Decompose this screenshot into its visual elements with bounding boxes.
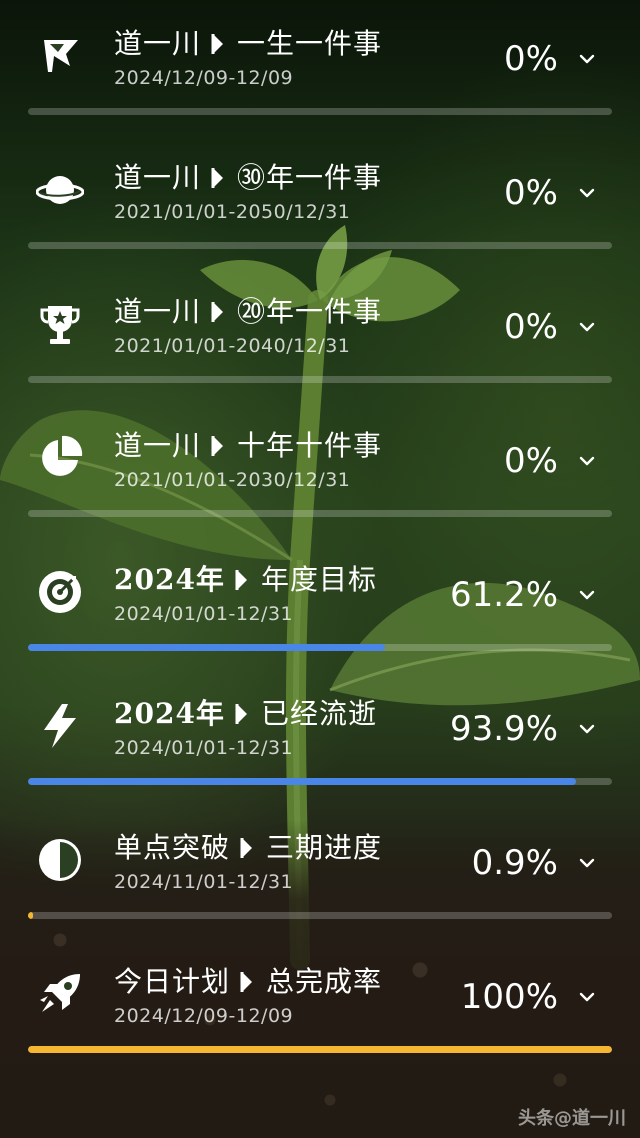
rocket-icon: [34, 968, 86, 1020]
item-title-prefix: 道一川: [114, 295, 202, 328]
chevron-down-icon[interactable]: [576, 182, 598, 204]
item-date-range: 2021/01/01-2050/12/31: [114, 201, 351, 223]
progress-item[interactable]: 道一川 一生一件事 2024/12/09-12/09 0%: [0, 4, 640, 138]
item-title-prefix: 今日计划: [114, 965, 231, 998]
item-date-range: 2021/01/01-2030/12/31: [114, 469, 351, 491]
item-title-prefix: 单点突破: [114, 831, 231, 864]
pie-chart-icon: [34, 432, 86, 484]
progress-item[interactable]: 道一川 十年十件事 2021/01/01-2030/12/31 0%: [0, 406, 640, 540]
progress-bar: [28, 108, 612, 115]
chevron-down-icon[interactable]: [576, 584, 598, 606]
item-date-range: 2024/01/01-12/31: [114, 603, 294, 625]
item-title-suffix: 已经流逝: [260, 697, 377, 730]
item-title-suffix: ㉚年一件事: [237, 161, 383, 194]
lightning-icon: [34, 700, 86, 752]
progress-item[interactable]: 2024年 年度目标 2024/01/01-12/31 61.2%: [0, 540, 640, 674]
item-date-range: 2024/12/09-12/09: [114, 1005, 294, 1027]
trophy-icon: [34, 298, 86, 350]
item-percent: 0%: [504, 173, 558, 213]
progress-item[interactable]: 道一川 ㉚年一件事 2021/01/01-2050/12/31 0%: [0, 138, 640, 272]
item-title-prefix: 2024年: [114, 697, 225, 730]
chevron-down-icon[interactable]: [576, 986, 598, 1008]
item-title-suffix: 三期进度: [266, 831, 383, 864]
item-title-suffix: 一生一件事: [237, 27, 383, 60]
progress-item[interactable]: 今日计划 总完成率 2024/12/09-12/09 100%: [0, 942, 640, 1076]
item-percent: 0%: [504, 307, 558, 347]
chevron-down-icon[interactable]: [576, 450, 598, 472]
item-date-range: 2024/01/01-12/31: [114, 737, 294, 759]
progress-bar: [28, 912, 612, 919]
item-title-prefix: 2024年: [114, 563, 225, 596]
item-title-prefix: 道一川: [114, 27, 202, 60]
chevron-down-icon[interactable]: [576, 316, 598, 338]
item-title: 道一川 ⑳年一件事: [114, 294, 382, 330]
play-arrow-icon: [211, 302, 224, 322]
item-percent: 0%: [504, 441, 558, 481]
item-title: 道一川 一生一件事: [114, 26, 382, 62]
item-title-suffix: 十年十件事: [237, 429, 383, 462]
watermark: 头条@道一川: [518, 1108, 626, 1129]
item-date-range: 2024/11/01-12/31: [114, 871, 294, 893]
planet-icon: [34, 164, 86, 216]
progress-bar-fill: [28, 912, 34, 919]
progress-item[interactable]: 道一川 ⑳年一件事 2021/01/01-2040/12/31 0%: [0, 272, 640, 406]
item-date-range: 2021/01/01-2040/12/31: [114, 335, 351, 357]
chevron-down-icon[interactable]: [576, 852, 598, 874]
item-percent: 100%: [460, 977, 558, 1017]
item-title: 2024年 已经流逝: [114, 696, 377, 732]
play-arrow-icon: [240, 838, 253, 858]
item-title-prefix: 道一川: [114, 429, 202, 462]
item-percent: 93.9%: [449, 709, 558, 749]
item-percent: 0.9%: [471, 843, 558, 883]
chevron-down-icon[interactable]: [576, 718, 598, 740]
progress-item[interactable]: 2024年 已经流逝 2024/01/01-12/31 93.9%: [0, 674, 640, 808]
progress-bar: [28, 778, 612, 785]
progress-bar-fill: [28, 778, 577, 785]
item-title: 道一川 十年十件事: [114, 428, 382, 464]
flag-icon: [34, 30, 86, 82]
item-title-suffix: 总完成率: [266, 965, 383, 998]
item-title: 单点突破 三期进度: [114, 830, 382, 866]
progress-item[interactable]: 单点突破 三期进度 2024/11/01-12/31 0.9%: [0, 808, 640, 942]
play-arrow-icon: [211, 436, 224, 456]
item-title-suffix: ⑳年一件事: [237, 295, 383, 328]
play-arrow-icon: [235, 704, 247, 724]
progress-bar-fill: [28, 644, 386, 651]
progress-bar: [28, 242, 612, 249]
play-arrow-icon: [235, 570, 247, 590]
progress-bar-fill: [28, 1046, 612, 1053]
target-icon: [34, 566, 86, 618]
half-circle-icon: [34, 834, 86, 886]
play-arrow-icon: [211, 168, 224, 188]
chevron-down-icon[interactable]: [576, 48, 598, 70]
item-percent: 0%: [504, 39, 558, 79]
item-title-suffix: 年度目标: [260, 563, 377, 596]
progress-bar: [28, 644, 612, 651]
progress-bar: [28, 376, 612, 383]
item-percent: 61.2%: [449, 575, 558, 615]
item-title: 今日计划 总完成率: [114, 964, 382, 1000]
item-title: 道一川 ㉚年一件事: [114, 160, 382, 196]
progress-bar: [28, 510, 612, 517]
item-title-prefix: 道一川: [114, 161, 202, 194]
progress-bar: [28, 1046, 612, 1053]
play-arrow-icon: [240, 972, 253, 992]
play-arrow-icon: [211, 34, 224, 54]
item-title: 2024年 年度目标: [114, 562, 377, 598]
item-date-range: 2024/12/09-12/09: [114, 67, 294, 89]
